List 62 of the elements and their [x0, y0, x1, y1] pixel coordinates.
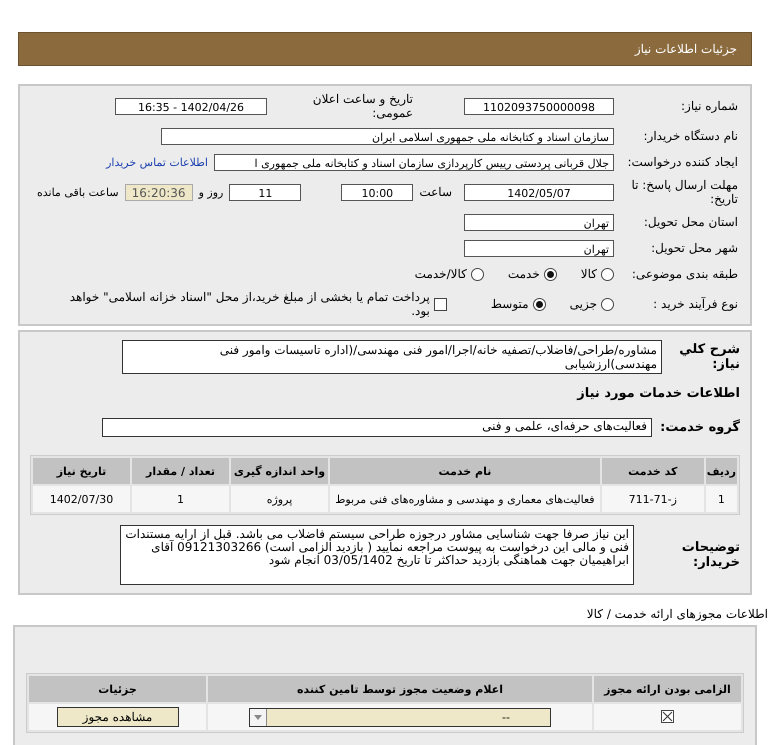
field-label: گروه خدمت:	[659, 420, 740, 434]
table-cell: پروژه	[231, 486, 328, 512]
radio-button[interactable]	[544, 268, 557, 280]
column-header: نام خدمت	[330, 458, 600, 484]
column-header: کد خدمت	[602, 458, 704, 484]
table-cell: 1402/07/30	[33, 486, 130, 512]
checkbox[interactable]	[434, 298, 447, 310]
option-label: کالا	[580, 267, 597, 281]
buyer-notes-field: این نیاز صرفا جهت شناسایی مشاور درجوزه طراحی سیستم فاضلاب می باشد. قبل از ارایه مستندات فنی و مالی این درخواست به پیوست مراجعه نمایید ( بازدید الزامی است) 09121303266 آقای ابراهیمیان جهت هماهنگی بازدید حداکثر تا تاریخ 03/05/1402 انجام شود	[120, 525, 634, 585]
table-cell: فعالیت‌های معماری و مهندسی و مشاوره‌های فنی مربوط	[330, 486, 600, 512]
contact-link[interactable]: اطلاعات تماس خریدار	[106, 156, 208, 168]
column-header: اعلام وضعیت مجوز توسط تامین کننده	[208, 676, 592, 702]
column-header: الزامی بودن ارائه مجوز	[594, 676, 741, 702]
column-header: تاریخ نیاز	[33, 458, 130, 484]
status-dropdown[interactable]: --	[249, 708, 551, 726]
time-label: ساعت	[419, 185, 452, 199]
checkbox-label: پرداخت تمام یا بخشی از مبلغ خرید،از محل "اسناد خزانه اسلامی" خواهد بود.	[68, 290, 430, 318]
option-label: جزیی	[570, 297, 597, 311]
radio-button[interactable]	[532, 298, 546, 310]
option-label: متوسط	[490, 297, 529, 311]
column-header: واحد اندازه گیری	[231, 458, 328, 484]
radio-button[interactable]	[470, 268, 484, 280]
field-label: طبقه بندی موضوعی:	[630, 267, 738, 281]
field-label: شماره نیاز:	[680, 99, 738, 113]
table-cell: 1	[132, 486, 229, 512]
days-field[interactable]: 11	[229, 184, 302, 200]
field-label: توضیحات خریدار:	[680, 540, 740, 570]
field-label: شهر محل تحویل:	[650, 241, 738, 255]
column-header: ردیف	[706, 458, 737, 484]
field-label: شرح کلي نياز:	[678, 342, 740, 372]
table-cell: 1	[706, 486, 737, 512]
field-label: استان محل تحویل:	[642, 215, 738, 229]
buyer-field[interactable]: سازمان اسناد و کتابخانه ملی جمهوری اسلامی ایران	[161, 128, 614, 144]
dropdown-value: --	[502, 710, 510, 724]
requester-field[interactable]: جلال قربانی پردستی رییس کارپردازی سازمان اسناد و کتابخانه ملی جمهوری ا	[214, 154, 614, 170]
description-field: مشاوره/طراحی/فاضلاب/تصفیه خانه/اجرا/امور فنی مهندسی/(اداره تاسیسات وامور فنی مهندسی)ارزشیابی	[122, 340, 662, 374]
section-title: اطلاعات خدمات مورد نیاز	[576, 386, 740, 401]
province-field[interactable]: تهران	[464, 214, 614, 230]
radio-button[interactable]	[601, 268, 614, 280]
announce-date-field[interactable]: 1402/04/26 - 16:35	[115, 98, 267, 114]
option-label: خدمت	[508, 267, 540, 281]
days-label: روز و	[198, 186, 224, 198]
field-label: مهلت ارسال پاسخ: تا تاریخ:	[630, 178, 738, 206]
deadline-time-field[interactable]: 10:00	[341, 184, 414, 200]
column-header: جزئیات	[29, 676, 206, 702]
remaining-time-field: 16:20:36	[124, 184, 193, 200]
city-field[interactable]: تهران	[464, 240, 614, 256]
field-label: تاریخ و ساعت اعلان عمومی:	[312, 92, 413, 120]
need-number-field[interactable]: 1102093750000098	[464, 98, 614, 114]
service-group-field: فعالیت‌های حرفه‌ای، علمی و فنی	[102, 418, 652, 436]
deadline-date-field[interactable]: 1402/05/07	[464, 184, 614, 200]
field-label: ایجاد کننده درخواست:	[626, 155, 738, 169]
radio-button[interactable]	[601, 298, 614, 310]
page-header: جزئیات اطلاعات نیاز	[18, 32, 752, 66]
table-cell: ز-71-711	[602, 486, 704, 512]
view-license-button[interactable]: مشاهده مجوز	[56, 707, 178, 727]
remaining-label: ساعت باقی مانده	[36, 186, 119, 198]
field-label: نوع فرآیند خرید :	[652, 297, 738, 311]
column-header: تعداد / مقدار	[132, 458, 229, 484]
option-label: کالا/خدمت	[414, 267, 467, 281]
field-label: نام دستگاه خریدار:	[642, 129, 738, 143]
section-title: اطلاعات مجوزهای ارائه خدمت / کالا	[586, 607, 768, 621]
